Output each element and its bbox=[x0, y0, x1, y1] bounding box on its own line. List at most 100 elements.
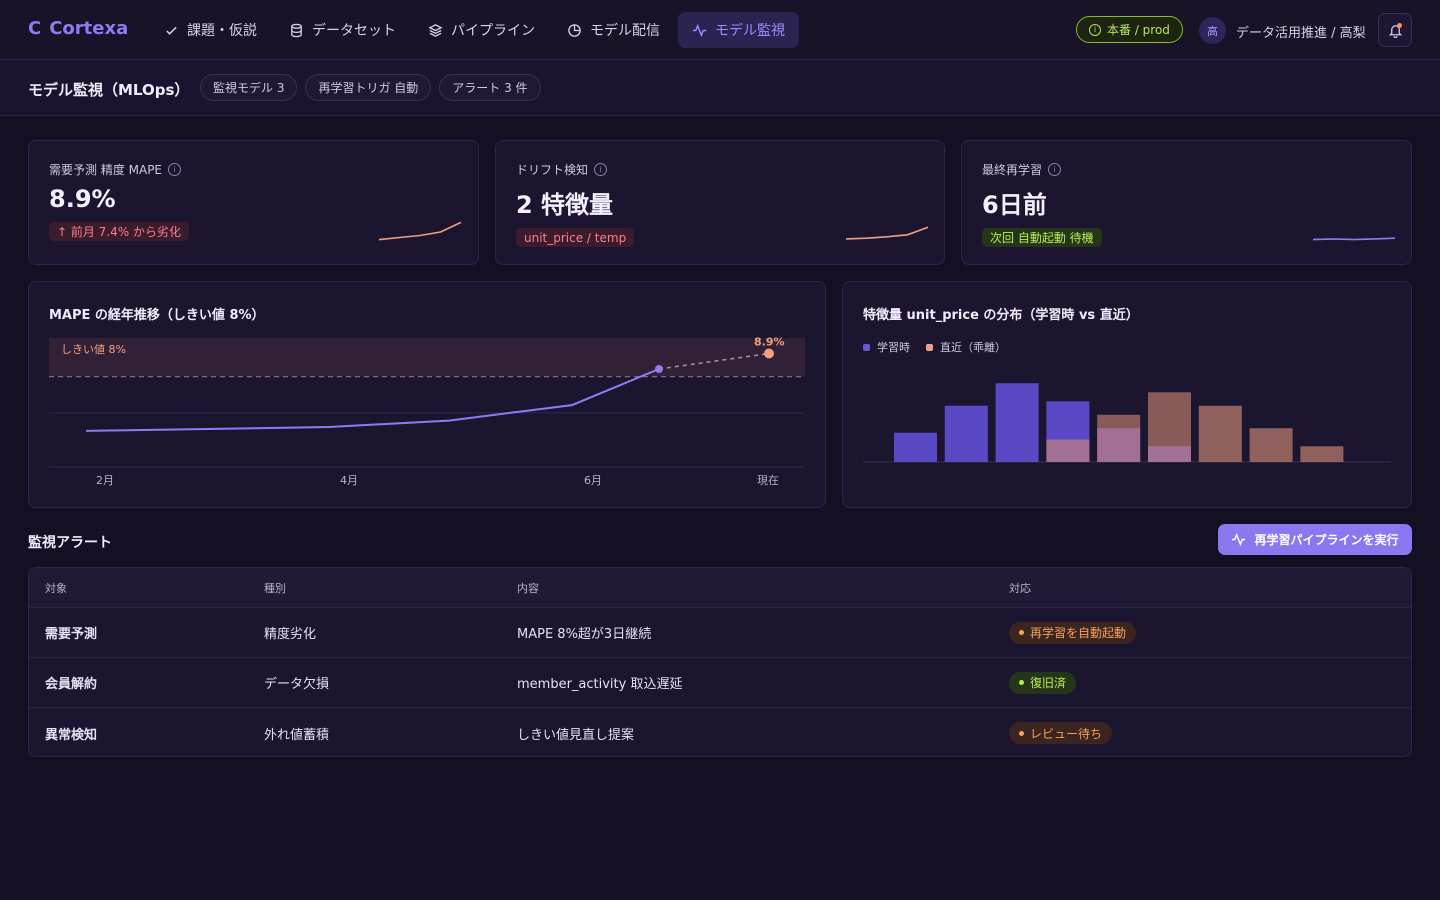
kpi-label-text: 最終再学習 bbox=[982, 163, 1043, 177]
nav-item-monitoring[interactable]: モデル監視 bbox=[678, 12, 799, 48]
cell-detail: MAPE 8%超が3日継続 bbox=[517, 627, 652, 642]
table-row[interactable]: 異常検知 外れ値蓄積 しきい値見直し提案 レビュー待ち bbox=[29, 708, 1411, 756]
kpi-value: 8.9% bbox=[49, 185, 116, 213]
sparkline-path bbox=[1312, 237, 1396, 241]
table-row[interactable]: 需要予測 精度劣化 MAPE 8%超が3日継続 再学習を自動起動 bbox=[29, 608, 1411, 658]
kpi-next-run-badge: 次回 自動起動 待機 bbox=[982, 228, 1102, 247]
kpi-label: ドリフト検知 i bbox=[516, 161, 608, 178]
avatar[interactable]: 高 bbox=[1199, 17, 1226, 44]
cell-detail: member_activity 取込遅延 bbox=[517, 677, 683, 692]
x-tick-label: 6月 bbox=[584, 474, 602, 487]
distribution-panel: 特徴量 unit_price の分布（学習時 vs 直近） 学習時 直近（乖離） bbox=[842, 281, 1412, 508]
cell-detail: しきい値見直し提案 bbox=[517, 727, 635, 743]
nav-item-serving[interactable]: モデル配信 bbox=[553, 12, 674, 48]
bar-recent bbox=[1249, 428, 1293, 462]
top-navigation-bar: C Cortexa 課題・仮説 データセット パイプライン モデル配信 モデル監… bbox=[0, 0, 1440, 60]
status-label: 復旧済 bbox=[1030, 676, 1067, 690]
chip-retrain-trigger[interactable]: 再学習トリガ 自動 bbox=[305, 74, 432, 101]
threshold-zone bbox=[49, 338, 805, 377]
x-tick-label: 現在 bbox=[757, 474, 779, 487]
pie-icon bbox=[568, 23, 581, 37]
column-header[interactable]: 対応 bbox=[1009, 580, 1031, 596]
summary-chips: 監視モデル 3 再学習トリガ 自動 アラート 3 件 bbox=[200, 74, 541, 101]
chip-alert-count[interactable]: アラート 3 件 bbox=[439, 74, 541, 101]
status-badge[interactable]: 復旧済 bbox=[1009, 671, 1077, 694]
cell-target: 異常検知 bbox=[45, 727, 98, 743]
nav-item-label: モデル監視 bbox=[715, 23, 785, 39]
nav-item-label: データセット bbox=[312, 23, 396, 39]
mape-trend-panel: MAPE の経年推移（しきい値 8%） しきい値 8% 8.9% 2月 4月 6月 現在 bbox=[28, 281, 826, 508]
bar-train bbox=[894, 432, 937, 462]
sparkline bbox=[1312, 237, 1396, 241]
column-header[interactable]: 対象 bbox=[45, 580, 67, 596]
info-icon: i bbox=[1089, 23, 1101, 36]
kpi-label-text: ドリフト検知 bbox=[516, 163, 589, 177]
notifications-button[interactable] bbox=[1378, 13, 1412, 47]
mape-series-line bbox=[85, 368, 660, 432]
table-header: 対象 種別 内容 対応 bbox=[29, 568, 1411, 608]
status-badge[interactable]: 再学習を自動起動 bbox=[1009, 621, 1137, 644]
kpi-card-last-retrain[interactable]: 最終再学習 i 6日前 次回 自動起動 待機 bbox=[961, 140, 1412, 265]
x-tick-label: 2月 bbox=[96, 474, 114, 487]
info-icon[interactable]: i bbox=[594, 163, 608, 176]
column-header[interactable]: 種別 bbox=[264, 580, 286, 596]
status-dot bbox=[1019, 730, 1024, 736]
distribution-bar-chart[interactable] bbox=[843, 282, 1413, 509]
cell-target: 需要予測 bbox=[45, 627, 98, 642]
kpi-label: 最終再学習 i bbox=[982, 161, 1062, 178]
section-title-alerts: 監視アラート bbox=[28, 535, 112, 551]
bar-recent bbox=[1148, 392, 1191, 462]
threshold-label: しきい値 8% bbox=[61, 343, 126, 356]
x-tick-label: 4月 bbox=[340, 474, 358, 487]
bar-recent bbox=[1097, 414, 1141, 462]
bar-train bbox=[995, 383, 1039, 462]
status-dot bbox=[1019, 630, 1024, 635]
info-icon[interactable]: i bbox=[168, 163, 182, 176]
sparkline-path bbox=[845, 226, 929, 240]
sparkline bbox=[378, 221, 462, 241]
environment-badge[interactable]: i 本番 / prod bbox=[1076, 16, 1183, 43]
run-retrain-pipeline-button[interactable]: 再学習パイプラインを実行 bbox=[1218, 524, 1412, 555]
nav-item-pipelines[interactable]: パイプライン bbox=[414, 12, 549, 48]
table-row[interactable]: 会員解約 データ欠損 member_activity 取込遅延 復旧済 bbox=[29, 658, 1411, 708]
page-title: モデル監視（MLOps） bbox=[28, 81, 190, 99]
column-header[interactable]: 内容 bbox=[517, 580, 539, 596]
info-icon[interactable]: i bbox=[1048, 163, 1062, 176]
user-name[interactable]: データ活用推進 / 高梨 bbox=[1236, 22, 1366, 41]
kpi-value: 6日前 bbox=[982, 191, 1047, 219]
check-icon bbox=[166, 26, 177, 35]
nav-item-datasets[interactable]: データセット bbox=[275, 12, 410, 48]
bar-recent bbox=[1198, 405, 1242, 462]
mape-line-chart[interactable]: しきい値 8% 8.9% 2月 4月 6月 現在 bbox=[29, 282, 827, 509]
cell-kind: 外れ値蓄積 bbox=[264, 727, 330, 743]
app-logo[interactable]: C Cortexa bbox=[28, 18, 128, 39]
status-label: レビュー待ち bbox=[1030, 726, 1103, 741]
status-badge[interactable]: レビュー待ち bbox=[1009, 722, 1113, 744]
alerts-table: 対象 種別 内容 対応 需要予測 精度劣化 MAPE 8%超が3日継続 再学習を… bbox=[28, 567, 1412, 757]
page-header: モデル監視（MLOps） 監視モデル 3 再学習トリガ 自動 アラート 3 件 bbox=[0, 60, 1440, 116]
pulse-icon bbox=[692, 23, 707, 37]
layers-icon bbox=[428, 23, 443, 37]
kpi-value: 2 特徴量 bbox=[516, 191, 614, 219]
nav-item-label: モデル配信 bbox=[590, 23, 660, 39]
app-name: Cortexa bbox=[49, 18, 129, 39]
bar-recent bbox=[1300, 446, 1344, 462]
pulse-icon bbox=[1232, 532, 1246, 547]
logo-mark: C bbox=[28, 18, 42, 39]
bar-train bbox=[944, 405, 988, 462]
nav-item-label: 課題・仮説 bbox=[187, 23, 257, 39]
cell-kind: データ欠損 bbox=[264, 677, 330, 692]
environment-label: 本番 / prod bbox=[1107, 23, 1170, 37]
end-value-label: 8.9% bbox=[754, 335, 785, 348]
kpi-label-text: 需要予測 精度 MAPE bbox=[49, 163, 163, 177]
kpi-label: 需要予測 精度 MAPE i bbox=[49, 161, 182, 178]
current-point bbox=[764, 348, 774, 359]
kpi-card-mape[interactable]: 需要予測 精度 MAPE i 8.9% ↑ 前月 7.4% から劣化 bbox=[28, 140, 479, 265]
kpi-trend-badge: ↑ 前月 7.4% から劣化 bbox=[49, 222, 189, 241]
bar-recent bbox=[1046, 439, 1090, 462]
chip-monitored-models[interactable]: 監視モデル 3 bbox=[200, 74, 298, 101]
cell-target: 会員解約 bbox=[45, 677, 98, 692]
status-dot bbox=[1019, 680, 1024, 685]
nav-item-issues[interactable]: 課題・仮説 bbox=[150, 12, 271, 48]
kpi-card-drift[interactable]: ドリフト検知 i 2 特徴量 unit_price / temp bbox=[495, 140, 945, 265]
